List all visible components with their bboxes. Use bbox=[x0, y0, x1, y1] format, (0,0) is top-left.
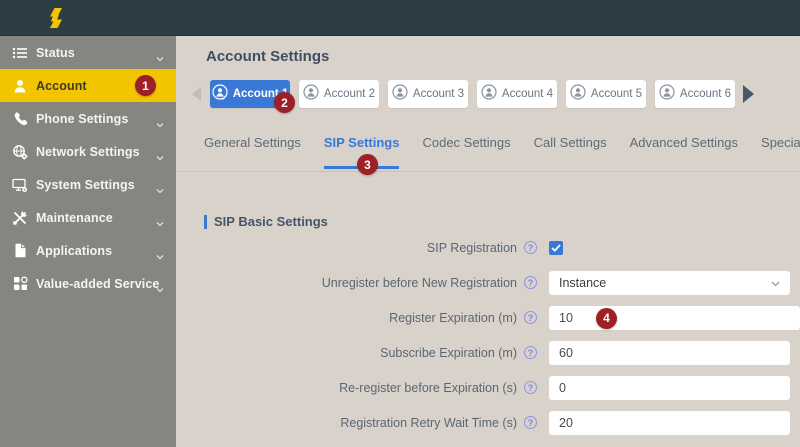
account-person-icon bbox=[12, 78, 28, 94]
account-person-circle-icon bbox=[303, 84, 319, 105]
registration-retry-wait-input[interactable] bbox=[549, 411, 790, 435]
subtab-label: SIP Settings bbox=[324, 135, 400, 150]
chevron-down-icon bbox=[771, 276, 780, 290]
chevron-down-icon bbox=[156, 214, 164, 232]
tab-account-4[interactable]: Account 4 bbox=[477, 80, 557, 108]
subscribe-expiration-input[interactable] bbox=[549, 341, 790, 365]
section-header: SIP Basic Settings bbox=[204, 214, 328, 229]
main-content: Account Settings Account 1 2 bbox=[176, 36, 800, 447]
sidebar-item-account[interactable]: Account 1 bbox=[0, 69, 176, 102]
sidebar: Status Account 1 Phone Settings bbox=[0, 36, 176, 447]
sidebar-item-label: Maintenance bbox=[36, 211, 113, 225]
account-person-circle-icon bbox=[659, 84, 675, 105]
step-badge-2: 2 bbox=[274, 92, 295, 113]
sip-basic-settings-form: SIP Registration ? Unregister before New… bbox=[176, 230, 800, 440]
subtab-advanced-settings[interactable]: Advanced Settings bbox=[630, 135, 738, 169]
chevron-down-icon bbox=[156, 280, 164, 298]
divider bbox=[176, 171, 800, 172]
sidebar-item-maintenance[interactable]: Maintenance bbox=[0, 201, 176, 234]
section-accent-bar bbox=[204, 215, 207, 229]
tabs-next-arrow-icon[interactable] bbox=[743, 85, 754, 103]
chevron-down-icon bbox=[156, 115, 164, 133]
account-tab-strip: Account 1 2 Account 2 Account 3 bbox=[176, 80, 800, 108]
system-monitor-gear-icon bbox=[12, 177, 28, 193]
sidebar-item-network-settings[interactable]: Network Settings bbox=[0, 135, 176, 168]
status-list-icon bbox=[12, 45, 28, 61]
phone-icon bbox=[12, 111, 28, 127]
unregister-select[interactable]: Instance bbox=[549, 271, 790, 295]
account-person-circle-icon bbox=[392, 84, 408, 105]
applications-document-icon bbox=[12, 243, 28, 259]
sidebar-item-system-settings[interactable]: System Settings bbox=[0, 168, 176, 201]
account-edit-icon bbox=[212, 84, 228, 105]
field-label: Re-register before Expiration (s) bbox=[339, 381, 517, 395]
subtab-call-settings[interactable]: Call Settings bbox=[534, 135, 607, 169]
tab-label: Account 6 bbox=[680, 88, 731, 100]
tab-label: Account 5 bbox=[591, 88, 642, 100]
sidebar-item-status[interactable]: Status bbox=[0, 36, 176, 69]
subtab-codec-settings[interactable]: Codec Settings bbox=[422, 135, 510, 169]
field-label: Register Expiration (m) bbox=[389, 311, 517, 325]
chevron-down-icon bbox=[156, 181, 164, 199]
sidebar-item-phone-settings[interactable]: Phone Settings bbox=[0, 102, 176, 135]
step-badge-4: 4 bbox=[596, 308, 617, 329]
form-row-subscribe-expiration: Subscribe Expiration (m) ? bbox=[176, 335, 800, 370]
step-badge-1: 1 bbox=[135, 75, 156, 96]
field-label: Subscribe Expiration (m) bbox=[380, 346, 517, 360]
top-bar bbox=[0, 0, 800, 36]
tab-account-3[interactable]: Account 3 bbox=[388, 80, 468, 108]
maintenance-tools-icon bbox=[12, 210, 28, 226]
account-person-circle-icon bbox=[570, 84, 586, 105]
reregister-before-expiration-input[interactable] bbox=[549, 376, 790, 400]
tab-label: Account 4 bbox=[502, 88, 553, 100]
section-title: SIP Basic Settings bbox=[214, 214, 328, 229]
step-badge-3: 3 bbox=[357, 154, 378, 175]
tab-account-5[interactable]: Account 5 bbox=[566, 80, 646, 108]
help-icon[interactable]: ? bbox=[524, 346, 537, 359]
brand-logo-icon bbox=[44, 8, 68, 28]
checkmark-icon bbox=[551, 244, 561, 252]
tab-label: Account 2 bbox=[324, 88, 375, 100]
chevron-down-icon bbox=[156, 49, 164, 67]
sidebar-item-label: Network Settings bbox=[36, 145, 140, 159]
field-label: SIP Registration bbox=[427, 241, 517, 255]
sidebar-item-label: Status bbox=[36, 46, 75, 60]
sidebar-item-label: Phone Settings bbox=[36, 112, 128, 126]
value-added-grid-icon bbox=[12, 276, 28, 292]
help-icon[interactable]: ? bbox=[524, 311, 537, 324]
sidebar-item-applications[interactable]: Applications bbox=[0, 234, 176, 267]
settings-sub-tabs: General Settings SIP Settings Codec Sett… bbox=[204, 135, 800, 169]
help-icon[interactable]: ? bbox=[524, 416, 537, 429]
field-label: Unregister before New Registration bbox=[322, 276, 517, 290]
help-icon[interactable]: ? bbox=[524, 381, 537, 394]
tabs-prev-arrow-icon[interactable] bbox=[192, 87, 201, 101]
sidebar-item-value-added-service[interactable]: Value-added Service bbox=[0, 267, 176, 300]
sidebar-item-label: Applications bbox=[36, 244, 112, 258]
tab-account-2[interactable]: Account 2 bbox=[299, 80, 379, 108]
sidebar-item-label: Value-added Service bbox=[36, 277, 160, 291]
tab-account-6[interactable]: Account 6 bbox=[655, 80, 735, 108]
help-icon[interactable]: ? bbox=[524, 241, 537, 254]
sidebar-item-label: System Settings bbox=[36, 178, 135, 192]
account-person-circle-icon bbox=[481, 84, 497, 105]
form-row-registration-retry-wait: Registration Retry Wait Time (s) ? bbox=[176, 405, 800, 440]
page-title: Account Settings bbox=[206, 48, 329, 65]
field-label: Registration Retry Wait Time (s) bbox=[340, 416, 517, 430]
subtab-special-features[interactable]: Special Features bbox=[761, 135, 800, 169]
register-expiration-input[interactable] bbox=[549, 306, 800, 330]
chevron-down-icon bbox=[156, 247, 164, 265]
chevron-down-icon bbox=[156, 148, 164, 166]
tab-account-1[interactable]: Account 1 2 bbox=[210, 80, 290, 108]
form-row-unregister: Unregister before New Registration ? Ins… bbox=[176, 265, 800, 300]
selected-option: Instance bbox=[559, 276, 606, 290]
network-globe-gear-icon bbox=[12, 144, 28, 160]
sip-registration-checkbox[interactable] bbox=[549, 241, 563, 255]
help-icon[interactable]: ? bbox=[524, 276, 537, 289]
tab-label: Account 3 bbox=[413, 88, 464, 100]
form-row-sip-registration: SIP Registration ? bbox=[176, 230, 800, 265]
form-row-reregister-before-expiration: Re-register before Expiration (s) ? bbox=[176, 370, 800, 405]
subtab-general-settings[interactable]: General Settings bbox=[204, 135, 301, 169]
sidebar-item-label: Account bbox=[36, 79, 87, 93]
form-row-register-expiration: Register Expiration (m) ? 4 bbox=[176, 300, 800, 335]
